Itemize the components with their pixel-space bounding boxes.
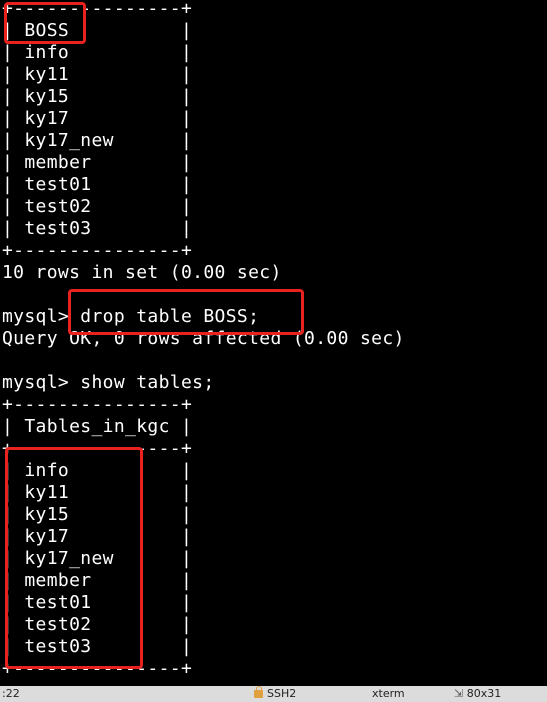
terminal-line: | member | [2, 152, 193, 173]
terminal-line: +---------------+ [2, 438, 193, 459]
size-label: 80x31 [466, 687, 502, 700]
terminal-line: | ky17_new | [2, 130, 193, 151]
status-position: :22 [2, 687, 20, 700]
terminal-line: | info | [2, 42, 193, 63]
terminal-line: | info | [2, 460, 193, 481]
terminal-line: | member | [2, 570, 193, 591]
terminal-line: | ky17 | [2, 108, 193, 129]
terminal-line: | test01 | [2, 174, 193, 195]
terminal-line: +---------------+ [2, 0, 193, 19]
terminal-line: | test03 | [2, 218, 193, 239]
terminal-line: 10 rows in set (0.00 sec) [2, 262, 282, 283]
terminal-line: | ky17_new | [2, 548, 193, 569]
terminal-line: mysql> drop table BOSS; [2, 306, 260, 327]
terminal-line: | ky11 | [2, 64, 193, 85]
resize-icon: ⇲ [454, 687, 467, 700]
terminal-line: | Tables_in_kgc | [2, 416, 193, 437]
status-term: xterm [372, 687, 405, 700]
lock-icon [254, 686, 263, 698]
terminal-line: | ky15 | [2, 86, 193, 107]
terminal-window[interactable]: +---------------+ | BOSS | | info | | ky… [0, 0, 547, 686]
terminal-line: mysql> show tables; [2, 372, 215, 393]
terminal-line: | ky15 | [2, 504, 193, 525]
terminal-line: | test01 | [2, 592, 193, 613]
terminal-line: +---------------+ [2, 394, 193, 415]
status-bar: :22 SSH2 xterm ⇲ 80x31 [0, 686, 547, 702]
terminal-line: | test02 | [2, 196, 193, 217]
status-session: SSH2 [254, 686, 297, 700]
terminal-line: +---------------+ [2, 658, 193, 679]
session-label: SSH2 [267, 687, 297, 700]
terminal-line: | BOSS | [2, 20, 193, 41]
terminal-line: | test02 | [2, 614, 193, 635]
terminal-line: +---------------+ [2, 240, 193, 261]
terminal-line: Query OK, 0 rows affected (0.00 sec) [2, 328, 405, 349]
terminal-line: | ky17 | [2, 526, 193, 547]
status-size: ⇲ 80x31 [454, 687, 501, 700]
terminal-line: | test03 | [2, 636, 193, 657]
terminal-line: | ky11 | [2, 482, 193, 503]
